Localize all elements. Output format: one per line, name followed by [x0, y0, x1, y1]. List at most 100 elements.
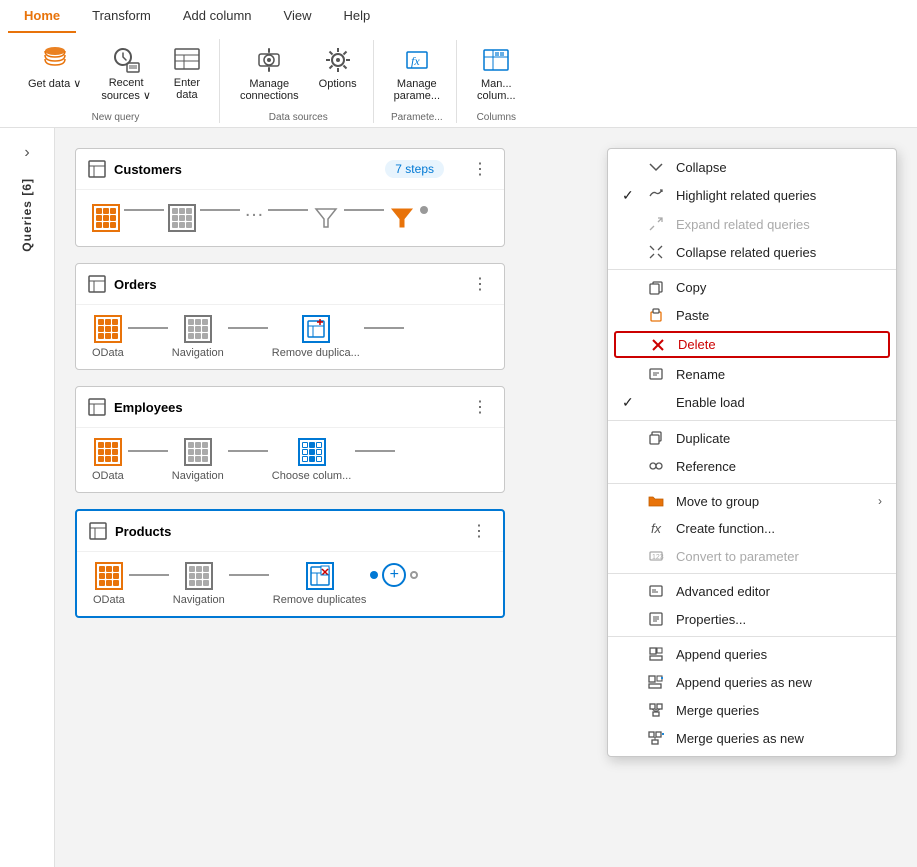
- ctx-merge-queries-new[interactable]: Merge queries as new: [608, 724, 896, 752]
- manage-parameters-label: Manageparame...: [394, 78, 440, 102]
- orders-connector-3: [364, 327, 404, 329]
- ctx-collapse-related-label: Collapse related queries: [676, 245, 882, 260]
- ctx-copy-label: Copy: [676, 280, 882, 295]
- add-step-button[interactable]: +: [382, 563, 406, 587]
- tab-help[interactable]: Help: [327, 0, 386, 33]
- ctx-adv-editor-label: Advanced editor: [676, 584, 882, 599]
- ctx-reference[interactable]: Reference: [608, 452, 896, 480]
- products-node-1: OData: [93, 562, 125, 606]
- query-header-products: Products ⋮: [77, 511, 503, 552]
- employees-more-button[interactable]: ⋮: [468, 395, 492, 419]
- ctx-append-queries[interactable]: Append queries: [608, 640, 896, 668]
- manage-parameters-button[interactable]: fx Manageparame...: [386, 40, 448, 106]
- ctx-copy[interactable]: Copy: [608, 273, 896, 301]
- get-data-icon: [39, 43, 71, 75]
- customers-connector-3: [268, 209, 308, 211]
- paste-icon: [646, 307, 666, 323]
- collapse-icon: [646, 159, 666, 175]
- ctx-duplicate[interactable]: Duplicate: [608, 424, 896, 452]
- tab-view[interactable]: View: [268, 0, 328, 33]
- products-label-1: OData: [93, 594, 125, 606]
- enter-data-button[interactable]: Enterdata: [163, 39, 211, 106]
- ctx-collapse-related[interactable]: Collapse related queries: [608, 238, 896, 266]
- table-icon-orders: [88, 275, 106, 293]
- duplicate-icon: [646, 430, 666, 446]
- manage-parameters-icon: fx: [401, 44, 433, 76]
- ctx-expand-related: Expand related queries: [608, 210, 896, 238]
- ctx-advanced-editor[interactable]: Advanced editor: [608, 577, 896, 605]
- ctx-duplicate-label: Duplicate: [676, 431, 882, 446]
- ctx-collapse[interactable]: Collapse: [608, 153, 896, 181]
- ctx-rename[interactable]: Rename: [608, 360, 896, 388]
- orders-label-1: OData: [92, 347, 124, 359]
- customers-body: …: [76, 190, 504, 246]
- tab-add-column[interactable]: Add column: [167, 0, 268, 33]
- ctx-convert-param: 123 Convert to parameter: [608, 542, 896, 570]
- get-data-button[interactable]: Get data ∨: [20, 39, 89, 106]
- ctx-enable-load[interactable]: ✓ Enable load: [608, 388, 896, 417]
- ctx-reference-label: Reference: [676, 459, 882, 474]
- orders-node-3: Remove duplica...: [272, 315, 360, 359]
- ctx-merge-queries[interactable]: Merge queries: [608, 696, 896, 724]
- orders-icon-1: [94, 315, 122, 343]
- orders-more-button[interactable]: ⋮: [468, 272, 492, 296]
- ctx-move-to-group[interactable]: Move to group ›: [608, 487, 896, 515]
- employees-connector-3: [355, 450, 395, 452]
- orders-body: OData Navigation: [76, 305, 504, 369]
- products-more-button[interactable]: ⋮: [467, 519, 491, 543]
- products-label-3: Remove duplicates: [273, 594, 367, 606]
- ctx-create-fn-label: Create function...: [676, 521, 882, 536]
- highlight-related-icon: [646, 188, 666, 204]
- ctx-highlight-related[interactable]: ✓ Highlight related queries: [608, 181, 896, 210]
- customers-more-button[interactable]: ⋮: [468, 157, 492, 181]
- ctx-collapse-label: Collapse: [676, 160, 882, 175]
- query-card-employees: Employees ⋮ OData: [75, 386, 505, 493]
- customers-node-2: [168, 204, 196, 232]
- manage-connections-button[interactable]: Manageconnections: [232, 40, 307, 106]
- sidebar-toggle[interactable]: ›: [18, 138, 35, 168]
- table-icon-customers: [88, 160, 106, 178]
- ctx-append-queries-new[interactable]: Append queries as new: [608, 668, 896, 696]
- folder-icon: [646, 493, 666, 509]
- query-title-employees: Employees: [88, 398, 183, 416]
- main-area: › Queries [6] Customers 7 steps ⋮: [0, 128, 917, 867]
- ribbon-content: Get data ∨ Recentsources ∨: [0, 33, 917, 127]
- ctx-delete[interactable]: Delete: [614, 331, 890, 358]
- employees-label-2: Navigation: [172, 470, 224, 482]
- ctx-convert-label: Convert to parameter: [676, 549, 882, 564]
- products-end-dot: [370, 571, 378, 579]
- orders-label-3: Remove duplica...: [272, 347, 360, 359]
- customers-node-1: [92, 204, 120, 232]
- sep-2: [608, 420, 896, 421]
- ctx-enable-load-check: ✓: [622, 394, 636, 411]
- query-card-products: Products ⋮ OData: [75, 509, 505, 618]
- ctx-properties[interactable]: Properties...: [608, 605, 896, 633]
- products-icon-3: [306, 562, 334, 590]
- orders-icon-2: [184, 315, 212, 343]
- manage-connections-icon: [253, 44, 285, 76]
- param-icon: 123: [646, 548, 666, 564]
- orders-label-2: Navigation: [172, 347, 224, 359]
- context-menu: Collapse ✓ Highlight related queries: [607, 148, 897, 757]
- expand-related-icon: [646, 216, 666, 232]
- tab-home[interactable]: Home: [8, 0, 76, 33]
- products-connector-1: [129, 574, 169, 576]
- recent-sources-icon: [110, 43, 142, 75]
- ribbon-group-parameters: fx Manageparame... Paramete...: [378, 40, 457, 123]
- products-title: Products: [115, 524, 171, 539]
- manage-columns-button[interactable]: Man...colum...: [469, 40, 524, 106]
- orders-connector-1: [128, 327, 168, 329]
- employees-icon-2: [184, 438, 212, 466]
- ctx-create-function[interactable]: fx Create function...: [608, 515, 896, 542]
- query-header-customers: Customers 7 steps ⋮: [76, 149, 504, 190]
- tab-transform[interactable]: Transform: [76, 0, 167, 33]
- employees-body: OData Navigation: [76, 428, 504, 492]
- recent-sources-button[interactable]: Recentsources ∨: [93, 39, 159, 106]
- copy-icon: [646, 279, 666, 295]
- employees-label-3: Choose colum...: [272, 470, 351, 482]
- merge-new-icon: [646, 730, 666, 746]
- options-button[interactable]: Options: [311, 40, 365, 106]
- sep-5: [608, 636, 896, 637]
- ctx-paste[interactable]: Paste: [608, 301, 896, 329]
- merge-icon: [646, 702, 666, 718]
